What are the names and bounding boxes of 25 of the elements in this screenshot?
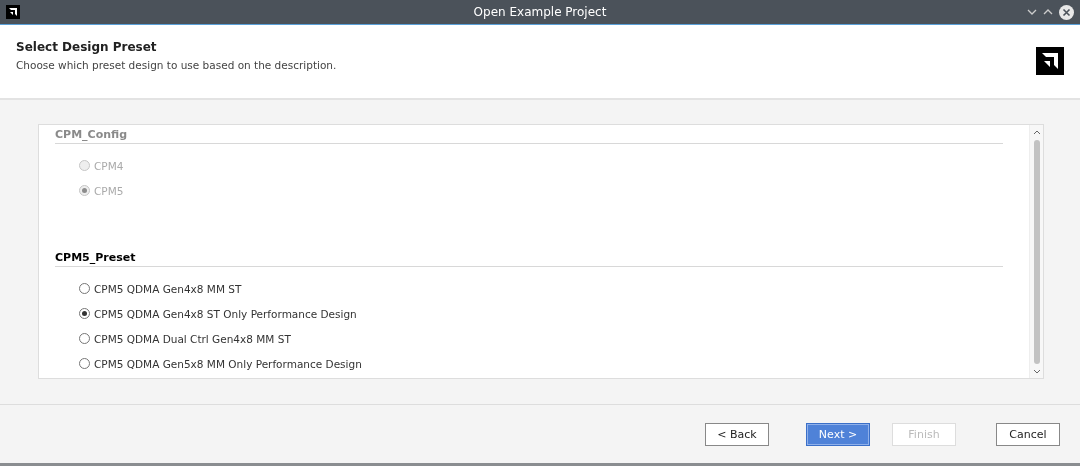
app-logo-icon xyxy=(6,5,20,19)
group-heading: CPM_Config xyxy=(55,127,1003,144)
radio-button[interactable] xyxy=(79,358,90,369)
close-icon[interactable] xyxy=(1059,4,1074,20)
dialog-button[interactable]: < Back xyxy=(705,422,769,446)
radio-label[interactable]: CPM5 QDMA Gen5x8 MM Only Performance Design xyxy=(94,357,362,370)
radio-button[interactable] xyxy=(79,333,90,344)
window-title: Open Example Project xyxy=(473,5,607,19)
chevron-down-icon[interactable] xyxy=(1027,9,1037,15)
page-title: Select Design Preset xyxy=(16,40,158,54)
scrollbar[interactable] xyxy=(1029,125,1043,378)
radio-button[interactable] xyxy=(79,308,90,319)
radio-label[interactable]: CPM5 QDMA Gen4x8 MM ST xyxy=(94,282,242,295)
scroll-up-icon[interactable] xyxy=(1032,129,1041,135)
page-description: Choose which preset design to use based on the description. xyxy=(16,59,338,71)
brand-logo-icon xyxy=(1036,47,1064,75)
dialog-button[interactable]: Cancel xyxy=(996,422,1060,446)
chevron-up-icon[interactable] xyxy=(1043,9,1053,15)
scroll-down-icon[interactable] xyxy=(1032,369,1041,375)
radio-button[interactable] xyxy=(79,283,90,294)
next-button[interactable]: Next > xyxy=(806,422,870,446)
radio-label[interactable]: CPM5 QDMA Gen4x8 ST Only Performance Design xyxy=(94,307,357,320)
group-heading: CPM5_Preset xyxy=(55,250,1003,267)
scrollbar-thumb[interactable] xyxy=(1033,140,1040,364)
radio-label[interactable]: CPM5 QDMA Dual Ctrl Gen4x8 MM ST xyxy=(94,332,291,345)
